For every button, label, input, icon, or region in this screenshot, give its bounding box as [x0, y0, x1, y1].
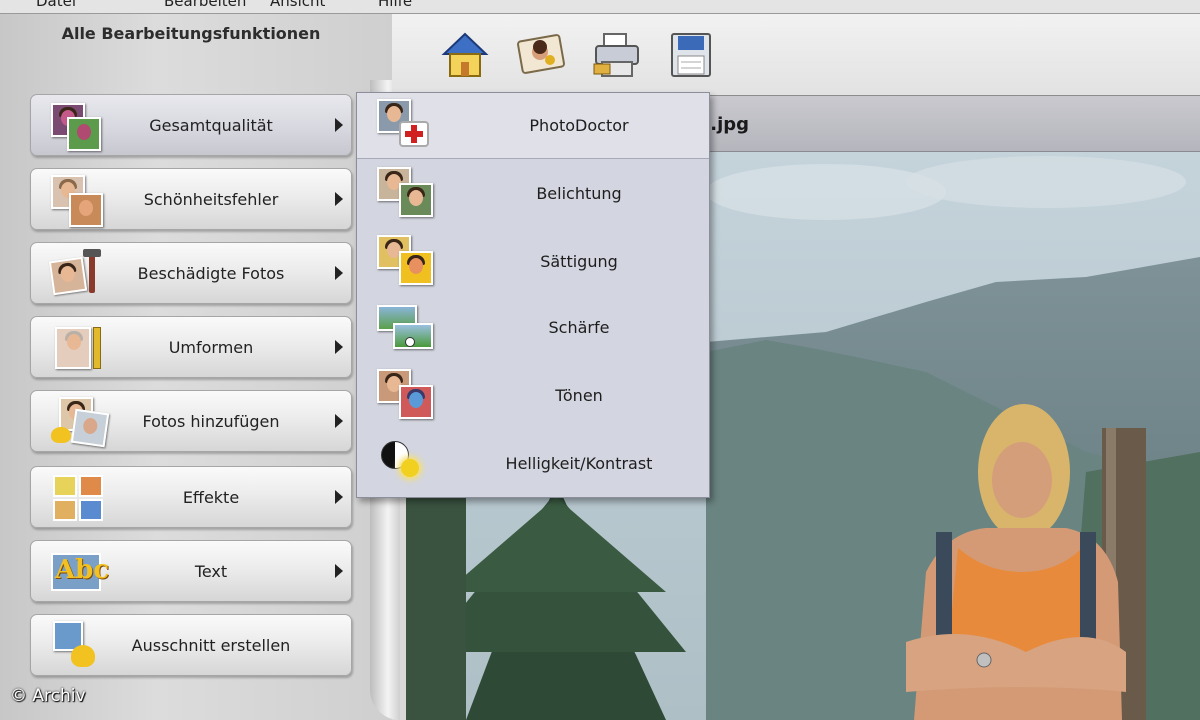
print-button[interactable]	[590, 28, 644, 82]
sidebar-item-gesamtqualitaet[interactable]: Gesamtqualität	[30, 94, 352, 156]
submenu-item-belichtung[interactable]: Belichtung	[357, 161, 709, 227]
tint-icon	[377, 369, 437, 425]
save-button[interactable]	[664, 28, 718, 82]
saturation-icon	[377, 235, 437, 291]
chevron-right-icon	[335, 192, 343, 206]
menu-file[interactable]: Datei	[36, 0, 76, 10]
photo-share-icon	[517, 34, 565, 74]
sidebar-item-umformen[interactable]: Umformen	[30, 316, 352, 378]
menu-help[interactable]: Hilfe	[378, 0, 412, 10]
printer-icon	[593, 33, 639, 77]
submenu-item-schaerfe[interactable]: Schärfe	[357, 295, 709, 361]
submenu-item-label: Tönen	[555, 386, 603, 405]
panel-title: Alle Bearbeitungsfunktionen	[61, 24, 321, 43]
chevron-right-icon	[335, 564, 343, 578]
sidebar-item-ausschnitt-erstellen[interactable]: Ausschnitt erstellen	[30, 614, 352, 676]
sidebar-item-label: Ausschnitt erstellen	[131, 636, 291, 655]
submenu-item-label: Helligkeit/Kontrast	[505, 454, 653, 473]
sidebar-item-label: Text	[194, 562, 228, 581]
sidebar-item-schoenheitsfehler[interactable]: Schönheitsfehler	[30, 168, 352, 230]
chevron-right-icon	[335, 340, 343, 354]
save-disk-icon	[671, 33, 711, 77]
submenu-item-photodoctor[interactable]: PhotoDoctor	[357, 93, 709, 159]
sidebar-item-label: Beschädigte Fotos	[137, 264, 285, 283]
chevron-right-icon	[335, 118, 343, 132]
sharpness-icon	[377, 301, 437, 357]
home-icon	[441, 32, 489, 77]
photo-doctor-icon	[377, 99, 437, 155]
chevron-right-icon	[335, 490, 343, 504]
brightness-contrast-icon	[377, 437, 437, 493]
sidebar-item-label: Effekte	[182, 488, 240, 507]
submenu-item-helligkeit-kontrast[interactable]: Helligkeit/Kontrast	[357, 431, 709, 497]
damaged-photo-icon	[48, 249, 105, 299]
text-abc-icon: Abc	[49, 547, 109, 597]
exposure-icon	[377, 167, 437, 223]
quality-photos-icon	[49, 101, 105, 151]
submenu-item-label: PhotoDoctor	[529, 116, 629, 135]
menu-edit[interactable]: Bearbeiten	[164, 0, 246, 10]
sidebar-item-label: Gesamtqualität	[149, 116, 273, 135]
chevron-right-icon	[335, 414, 343, 428]
effects-icon	[49, 473, 105, 523]
sidebar-item-label: Schönheitsfehler	[143, 190, 279, 209]
toolbar	[392, 14, 1200, 96]
submenu-item-label: Belichtung	[536, 184, 622, 203]
submenu-item-label: Sättigung	[540, 252, 618, 271]
sidebar-item-text[interactable]: Abc Text	[30, 540, 352, 602]
share-photo-button[interactable]	[514, 28, 568, 82]
sidebar-item-label: Umformen	[168, 338, 254, 357]
sidebar-item-label: Fotos hinzufügen	[142, 412, 280, 431]
chevron-right-icon	[335, 266, 343, 280]
sidebar-item-fotos-hinzufuegen[interactable]: Fotos hinzufügen	[30, 390, 352, 452]
menu-view[interactable]: Ansicht	[270, 0, 325, 10]
crop-icon	[49, 621, 105, 671]
submenu-item-label: Schärfe	[548, 318, 610, 337]
submenu-item-saettigung[interactable]: Sättigung	[357, 229, 709, 295]
submenu-gesamtqualitaet: PhotoDoctor Belichtung Sättigung Schärfe…	[356, 92, 710, 498]
transform-photo-icon	[49, 323, 105, 373]
submenu-item-toenen[interactable]: Tönen	[357, 363, 709, 429]
home-button[interactable]	[438, 28, 492, 82]
copyright-label: © Archiv	[10, 686, 86, 706]
blemish-photos-icon	[49, 175, 105, 227]
sidebar-item-effekte[interactable]: Effekte	[30, 466, 352, 528]
add-photos-icon	[49, 397, 110, 448]
menubar: Datei Bearbeiten Ansicht Hilfe	[0, 0, 1200, 14]
sidebar-item-beschaedigte-fotos[interactable]: Beschädigte Fotos	[30, 242, 352, 304]
